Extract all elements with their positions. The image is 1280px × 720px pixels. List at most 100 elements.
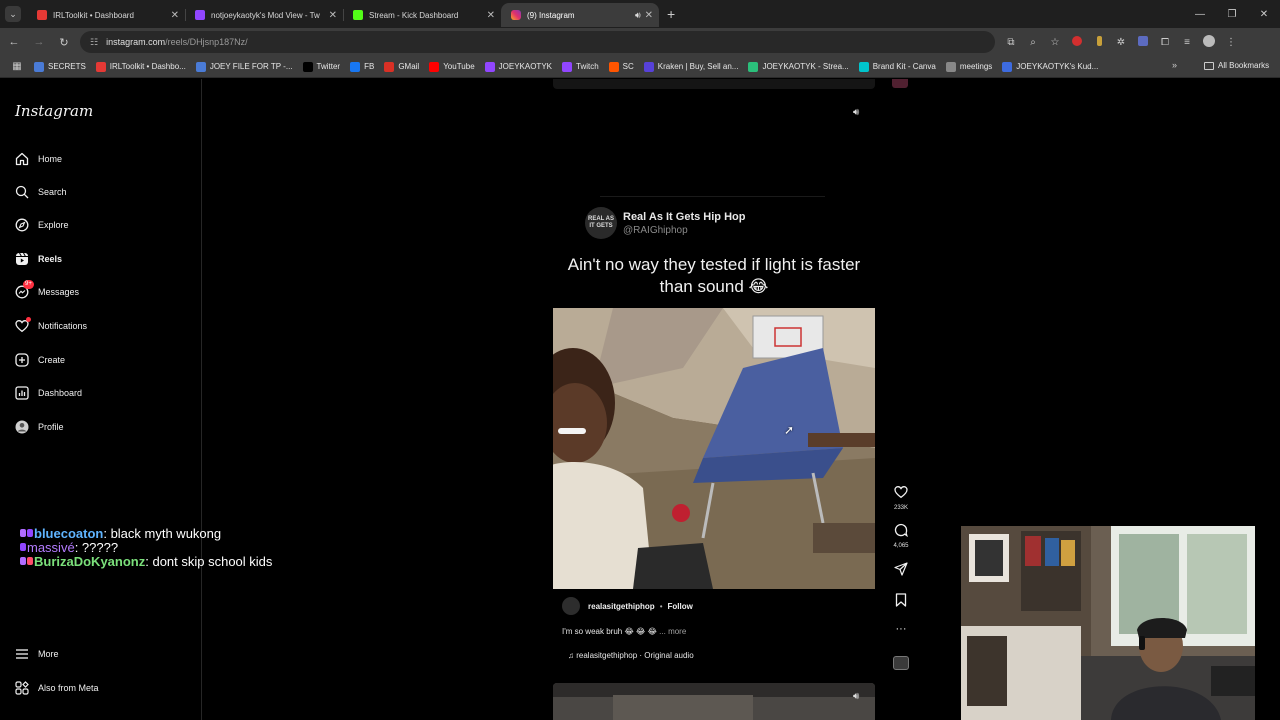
tab-search-chevron-icon[interactable]: ⌄: [5, 6, 21, 22]
close-tab-icon[interactable]: ✕: [487, 10, 495, 21]
bookmark-item[interactable]: Twitter: [302, 61, 340, 72]
site-info-icon[interactable]: ☷: [90, 37, 98, 48]
heart-icon: [14, 317, 31, 334]
window-close-icon[interactable]: ✕: [1248, 9, 1280, 20]
nav-label: Home: [38, 154, 63, 164]
ext-candle-icon[interactable]: [1088, 35, 1110, 49]
bookmark-item[interactable]: IRLToolkit • Dashbo...: [95, 61, 186, 72]
tab-audio-speaker-icon[interactable]: 🔊︎: [635, 10, 641, 21]
reel-audio[interactable]: ♫ realasitgethiphop · Original audio: [568, 651, 694, 660]
media-controls-icon[interactable]: ≡: [1176, 37, 1198, 48]
nav-explore[interactable]: Explore: [14, 215, 69, 235]
bookmark-item[interactable]: JOEYKAOTYK - Strea...: [748, 61, 849, 72]
bookmark-item[interactable]: JOEYKAOTYK's Kud...: [1002, 61, 1098, 72]
bookmark-item[interactable]: JOEYKAOTYK: [484, 61, 552, 72]
raig-avatar[interactable]: REAL AS IT GETS: [585, 207, 617, 239]
bookmark-save-icon[interactable]: [895, 593, 907, 607]
speaker-icon[interactable]: 🔊︎: [853, 107, 859, 118]
save-action[interactable]: [889, 593, 913, 612]
uploader-username[interactable]: realasitgethiphop: [588, 602, 655, 611]
zoom-icon[interactable]: ⌕: [1022, 37, 1044, 48]
follow-button[interactable]: Follow: [668, 602, 693, 611]
nav-label: Profile: [38, 422, 64, 432]
search-icon: [14, 184, 30, 200]
bookmark-item[interactable]: YouTube: [429, 61, 475, 72]
tab-irltoolkit[interactable]: IRLToolkit • Dashboard ✕: [27, 3, 185, 27]
address-bar-row: ← → ↻ ☷ instagram.com/reels/DHjsnp187Nz/…: [0, 28, 1280, 56]
back-arrow-icon[interactable]: ←: [3, 36, 25, 48]
ext-counter-icon[interactable]: [1132, 35, 1154, 49]
nav-home[interactable]: Home: [14, 149, 62, 169]
bookmark-item[interactable]: FB: [350, 61, 374, 72]
nav-dashboard[interactable]: Dashboard: [14, 383, 82, 403]
nav-also-from-meta[interactable]: Also from Meta: [14, 681, 99, 695]
speaker-icon[interactable]: 🔊︎: [853, 691, 859, 702]
tab-instagram[interactable]: (9) Instagram 🔊︎ ✕: [501, 3, 659, 27]
reload-icon[interactable]: ↻: [53, 36, 75, 49]
bookmark-favicon-icon: [608, 61, 619, 72]
bookmark-item[interactable]: Twitch: [562, 61, 599, 72]
bookmark-label: JOEY FILE FOR TP -...: [209, 62, 293, 71]
caption-more-link[interactable]: ... more: [659, 627, 686, 636]
more-options-icon[interactable]: ···: [889, 623, 913, 635]
bookmark-item[interactable]: GMail: [384, 61, 419, 72]
apps-grid-icon[interactable]: ▦: [6, 61, 28, 72]
next-reel-preview[interactable]: [553, 683, 875, 720]
comment-action[interactable]: 4,065: [889, 523, 913, 549]
bookmark-label: YouTube: [443, 62, 475, 71]
divider: [600, 196, 825, 197]
separator-dot: •: [659, 601, 663, 611]
instagram-logo[interactable]: Instagram: [15, 102, 93, 120]
previous-audio-thumb[interactable]: [892, 79, 908, 88]
kick-favicon-icon: [353, 10, 363, 20]
close-tab-icon[interactable]: ✕: [645, 10, 653, 21]
nav-search[interactable]: Search: [14, 182, 67, 202]
heart-icon[interactable]: [894, 485, 908, 499]
nav-reels[interactable]: Reels: [14, 249, 62, 269]
previous-reel-bottom[interactable]: [553, 79, 875, 89]
forward-arrow-icon[interactable]: →: [28, 36, 50, 48]
minimize-icon[interactable]: —: [1184, 9, 1216, 20]
bookmark-item[interactable]: Kraken | Buy, Sell an...: [643, 61, 738, 72]
bookmark-item[interactable]: SC: [608, 61, 634, 72]
restore-icon[interactable]: ❐: [1216, 9, 1248, 20]
nav-label: Reels: [38, 254, 63, 264]
extensions-puzzle-icon[interactable]: ⧠: [1154, 37, 1176, 48]
share-action[interactable]: [889, 562, 913, 581]
tab-twitch-mod-view[interactable]: notjoeykaotyk's Mod View - Tw ✕: [185, 3, 343, 27]
comment-icon[interactable]: [894, 523, 908, 538]
ext-gear-icon[interactable]: ✲: [1110, 37, 1132, 48]
reel-video[interactable]: [553, 308, 875, 589]
nav-profile[interactable]: Profile: [14, 417, 64, 437]
bookmark-item[interactable]: meetings: [945, 61, 992, 72]
nav-label: More: [38, 649, 59, 659]
bookmark-favicon-icon: [195, 61, 206, 72]
bookmark-item[interactable]: Brand Kit - Canva: [858, 61, 936, 72]
close-tab-icon[interactable]: ✕: [329, 10, 337, 21]
bookmarks-overflow-icon[interactable]: »: [1172, 60, 1177, 70]
bookmark-item[interactable]: JOEY FILE FOR TP -...: [195, 61, 293, 72]
source-page-name: Real As It Gets Hip Hop: [623, 210, 746, 223]
ext-red-icon[interactable]: [1066, 35, 1088, 49]
stream-chat-overlay: bluecoaton: black myth wukong massivé: ?…: [20, 527, 290, 569]
share-paper-plane-icon[interactable]: [894, 562, 908, 576]
new-tab-plus-icon[interactable]: +: [667, 6, 675, 22]
bookmark-item[interactable]: SECRETS: [34, 61, 86, 72]
bookmark-label: IRLToolkit • Dashbo...: [109, 62, 186, 71]
audio-thumbnail[interactable]: [893, 656, 909, 670]
url-field[interactable]: ☷ instagram.com/reels/DHjsnp187Nz/: [80, 31, 995, 53]
bookmark-star-icon[interactable]: ☆: [1044, 37, 1066, 48]
all-bookmarks[interactable]: All Bookmarks: [1204, 61, 1269, 70]
nav-more[interactable]: More: [14, 648, 59, 660]
like-action[interactable]: 233K: [889, 485, 913, 511]
tab-kick-dashboard[interactable]: Stream - Kick Dashboard ✕: [343, 3, 501, 27]
nav-notifications[interactable]: Notifications: [14, 316, 87, 336]
install-app-icon[interactable]: ⧉: [1000, 37, 1022, 48]
close-tab-icon[interactable]: ✕: [171, 10, 179, 21]
uploader-avatar[interactable]: [562, 597, 580, 615]
profile-avatar-icon[interactable]: [1198, 34, 1220, 50]
nav-create[interactable]: Create: [14, 350, 65, 370]
bookmark-favicon-icon: [1002, 61, 1013, 72]
browser-menu-icon[interactable]: ⋮: [1220, 37, 1242, 48]
nav-messages[interactable]: 9+ Messages: [14, 280, 79, 302]
